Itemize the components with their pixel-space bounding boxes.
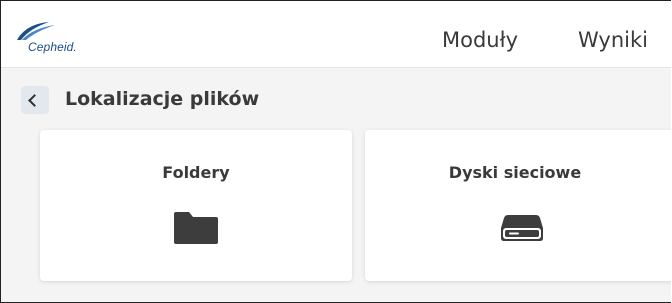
page-header: Lokalizacje plików <box>1 68 671 130</box>
back-button[interactable] <box>21 86 49 114</box>
top-header: Cepheid. Moduły Wyniki <box>1 1 671 68</box>
app-window: Cepheid. Moduły Wyniki Lokalizacje plikó… <box>0 0 671 303</box>
folder-icon <box>173 211 219 249</box>
folders-card-title: Foldery <box>162 163 230 182</box>
nav-item-modules[interactable]: Moduły <box>442 28 518 52</box>
network-drives-card[interactable]: Dyski sieciowe <box>365 130 671 281</box>
hard-drive-icon <box>499 213 545 247</box>
logo-text: Cepheid. <box>28 40 77 54</box>
folders-card[interactable]: Foldery <box>40 130 352 281</box>
cepheid-logo: Cepheid. <box>15 21 125 57</box>
page-title: Lokalizacje plików <box>65 88 260 110</box>
chevron-left-icon <box>28 94 41 107</box>
nav-item-results[interactable]: Wyniki <box>578 28 648 52</box>
network-drives-card-title: Dyski sieciowe <box>448 163 582 182</box>
